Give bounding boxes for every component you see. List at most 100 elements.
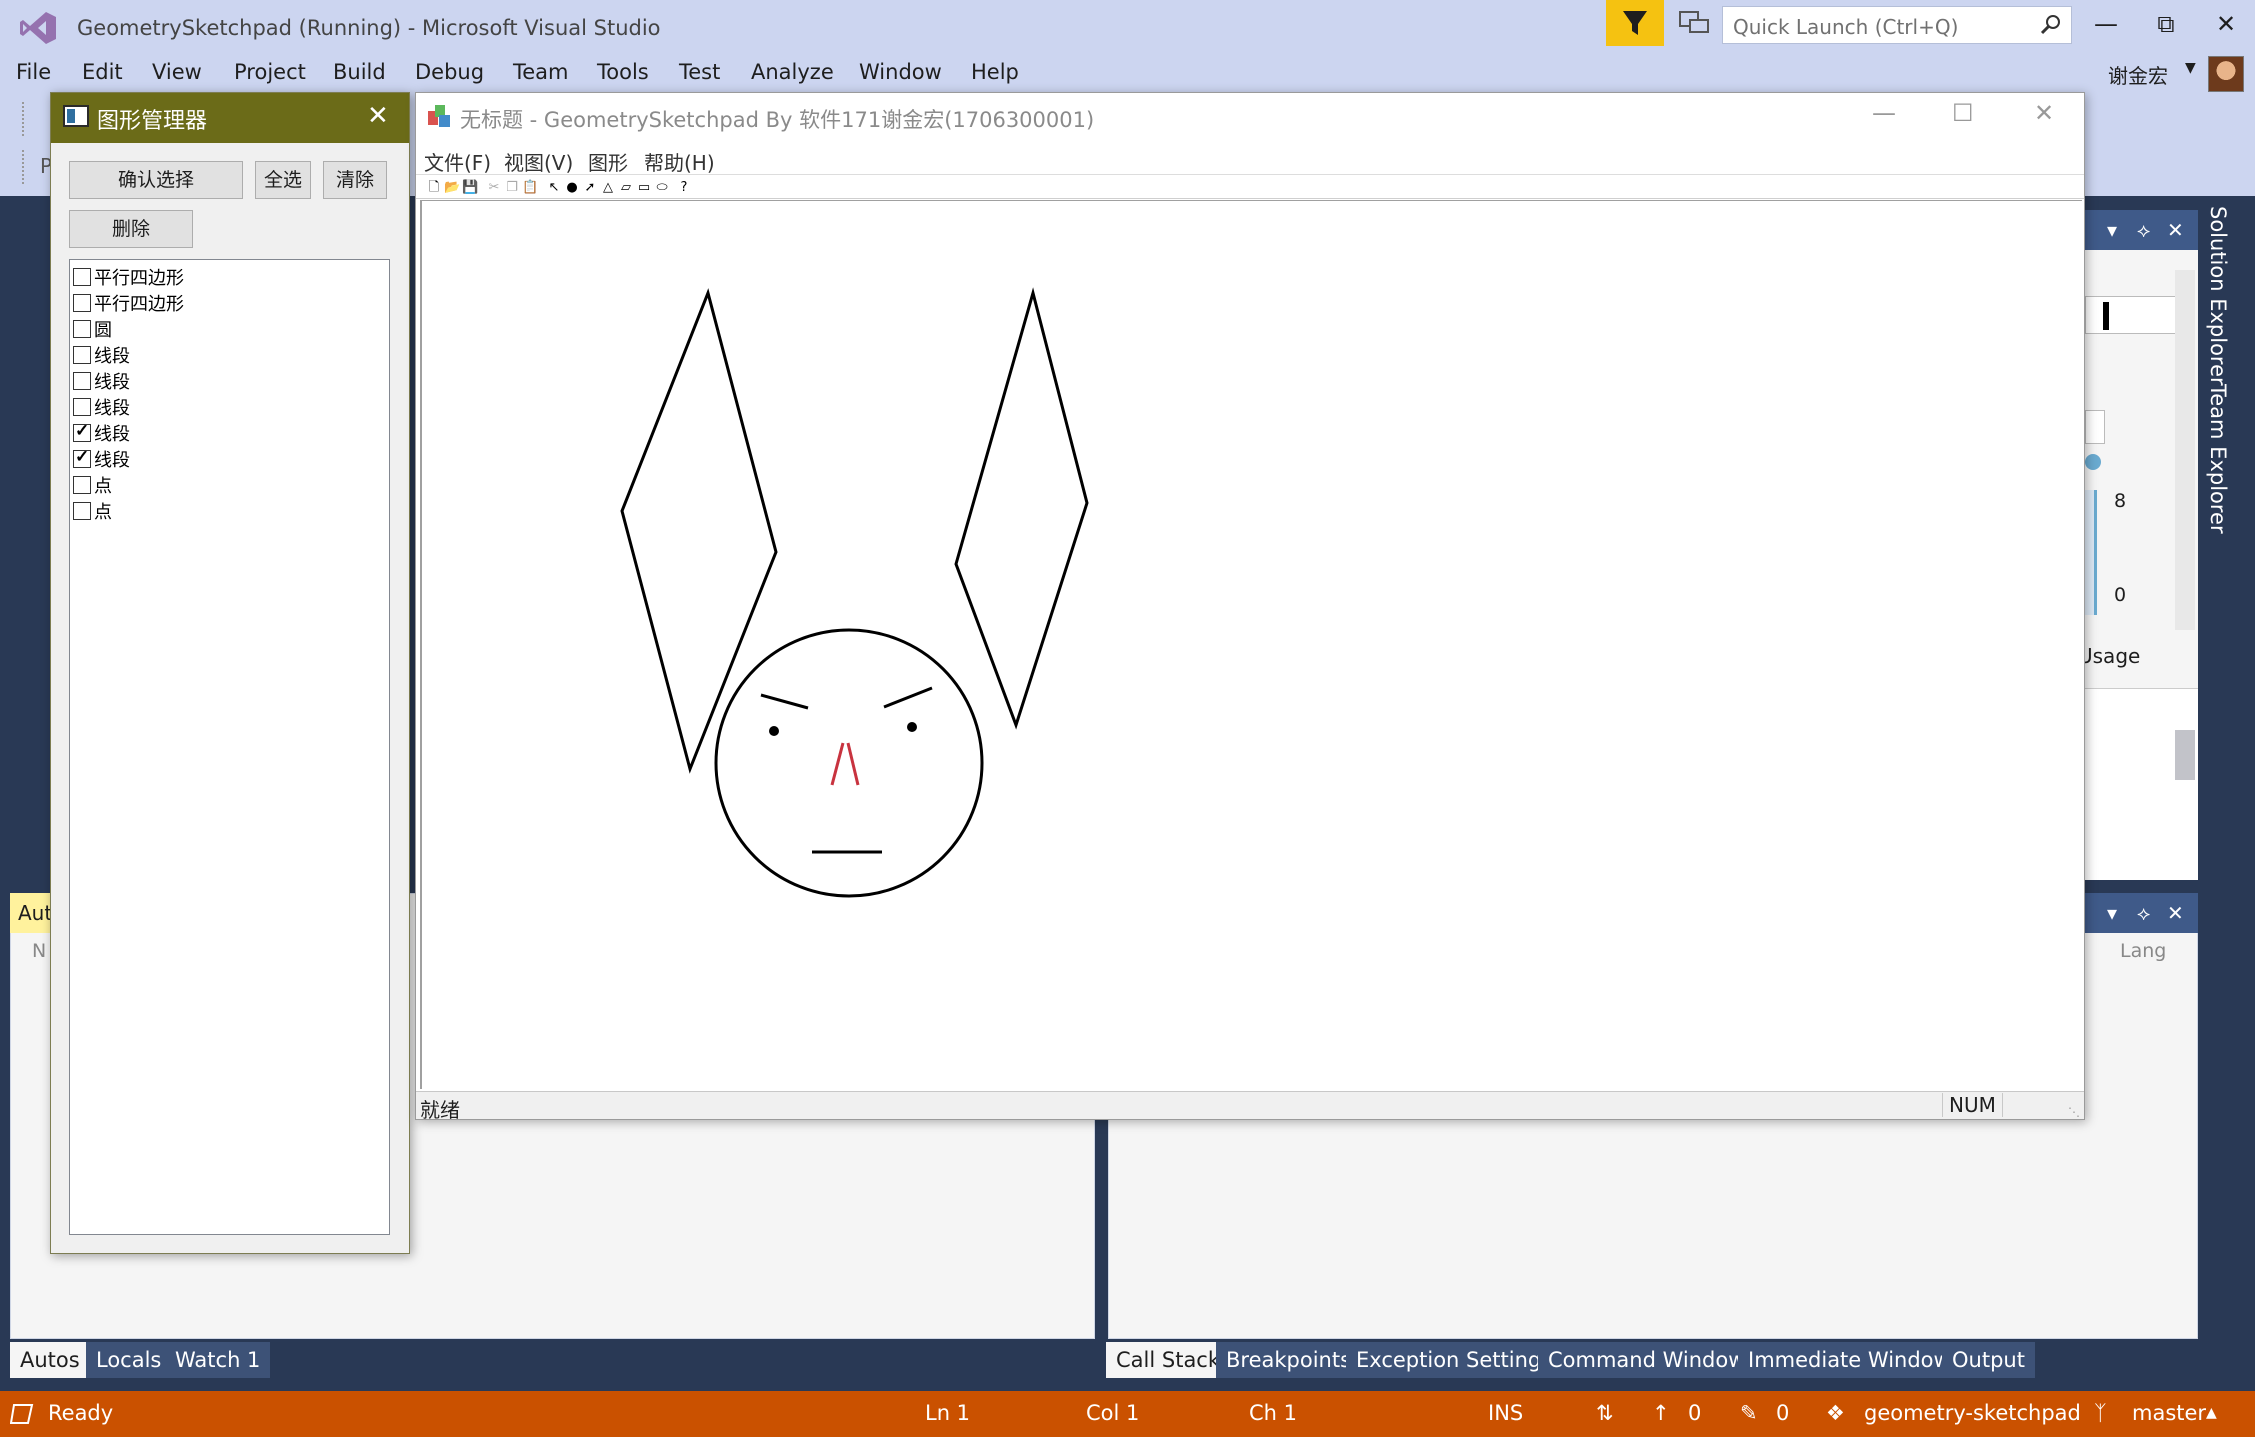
menu-view[interactable]: View: [152, 60, 202, 84]
checkbox[interactable]: [73, 447, 91, 468]
repository-name[interactable]: geometry-sketchpad: [1864, 1401, 2081, 1425]
menu-help[interactable]: Help: [971, 60, 1019, 84]
list-item[interactable]: 平行四边形: [73, 264, 386, 290]
menu-analyze[interactable]: Analyze: [751, 60, 834, 84]
clear-button[interactable]: 清除: [323, 161, 387, 199]
checkbox[interactable]: [73, 476, 91, 494]
close-button[interactable]: ✕: [2206, 6, 2246, 42]
rectangle-icon[interactable]: ▭: [636, 180, 652, 196]
toolbar-grip[interactable]: [22, 102, 28, 136]
pending-pushes-count[interactable]: 0: [1688, 1401, 1701, 1425]
menu-graphics[interactable]: 图形: [588, 147, 628, 176]
git-repo-icon[interactable]: ❖: [1826, 1401, 1845, 1425]
chevron-up-icon[interactable]: ▲: [2206, 1405, 2217, 1421]
open-icon[interactable]: 📂: [444, 180, 460, 196]
drawing-canvas[interactable]: [420, 200, 2082, 1089]
checkbox[interactable]: [73, 398, 91, 416]
paste-icon[interactable]: 📋: [522, 180, 538, 196]
minimize-button[interactable]: —: [2086, 6, 2126, 42]
list-item[interactable]: 平行四边形: [73, 290, 386, 316]
copy-icon[interactable]: ❐: [504, 180, 520, 196]
list-item[interactable]: 线段: [73, 446, 386, 472]
point-icon[interactable]: ●: [564, 180, 580, 196]
tab-breakpoints[interactable]: Breakpoints: [1216, 1342, 1362, 1378]
menu-file[interactable]: File: [16, 60, 51, 84]
restore-button[interactable]: ⧉: [2146, 6, 2186, 42]
checkbox[interactable]: [73, 294, 91, 312]
select-all-button[interactable]: 全选: [255, 161, 311, 199]
cut-icon[interactable]: ✂: [486, 180, 502, 196]
save-icon[interactable]: 💾: [462, 180, 478, 196]
list-item[interactable]: 线段: [73, 342, 386, 368]
select-icon[interactable]: ↖: [546, 180, 562, 196]
user-name[interactable]: 谢金宏: [2108, 60, 2168, 89]
quick-launch-input[interactable]: Quick Launch (Ctrl+Q): [1722, 6, 2072, 44]
branch-name[interactable]: master: [2132, 1401, 2206, 1425]
menu-tools[interactable]: Tools: [597, 60, 649, 84]
pane-dropdown-icon[interactable]: ▾: [2107, 901, 2117, 925]
menu-window[interactable]: Window: [859, 60, 942, 84]
help-icon[interactable]: ?: [676, 180, 692, 196]
menu-edit[interactable]: Edit: [82, 60, 123, 84]
avatar[interactable]: [2208, 56, 2244, 92]
menu-team[interactable]: Team: [513, 60, 569, 84]
sketchpad-titlebar[interactable]: 无标题 - GeometrySketchpad By 软件171谢金宏(1706…: [416, 93, 2084, 141]
pencil-icon[interactable]: ✎: [1740, 1401, 1758, 1425]
resize-grip-icon[interactable]: ⋱: [2068, 1105, 2080, 1119]
menu-build[interactable]: Build: [333, 60, 386, 84]
close-icon[interactable]: ✕: [2167, 218, 2184, 242]
tab-locals[interactable]: Locals: [86, 1342, 172, 1378]
pane-dropdown-icon[interactable]: ▾: [2107, 218, 2117, 242]
parallelogram-right[interactable]: [954, 287, 1089, 730]
ellipse-icon[interactable]: ⬭: [654, 180, 670, 196]
menu-project[interactable]: Project: [234, 60, 306, 84]
triangle-icon[interactable]: △: [600, 180, 616, 196]
point-left-eye[interactable]: [769, 726, 779, 736]
menu-debug[interactable]: Debug: [415, 60, 484, 84]
tab-exception-settings[interactable]: Exception Settings: [1346, 1342, 1563, 1378]
list-item[interactable]: 圆: [73, 316, 386, 342]
close-icon[interactable]: ✕: [2167, 901, 2184, 925]
minimize-button[interactable]: —: [1872, 99, 1896, 127]
close-button[interactable]: ✕: [2034, 99, 2054, 127]
tab-call-stack[interactable]: Call Stack: [1106, 1342, 1231, 1378]
checkbox[interactable]: [73, 346, 91, 364]
list-item[interactable]: 点: [73, 498, 386, 524]
arrow-up-icon[interactable]: ↑: [1652, 1401, 1670, 1425]
close-icon[interactable]: ✕: [367, 101, 389, 131]
pending-changes-count[interactable]: 0: [1776, 1401, 1789, 1425]
feedback-icon[interactable]: [1676, 6, 1712, 40]
menu-file[interactable]: 文件(F): [424, 147, 491, 176]
line-icon[interactable]: ➚: [582, 180, 598, 196]
circle-face[interactable]: [714, 628, 984, 898]
menu-help[interactable]: 帮助(H): [644, 147, 715, 176]
menu-test[interactable]: Test: [679, 60, 720, 84]
tab-command-window[interactable]: Command Window: [1538, 1342, 1756, 1378]
point-right-eye[interactable]: [907, 722, 917, 732]
checkbox[interactable]: [73, 372, 91, 390]
tab-watch-1[interactable]: Watch 1: [165, 1342, 271, 1378]
shape-checklist[interactable]: 平行四边形平行四边形圆线段线段线段线段线段点点: [69, 259, 390, 1235]
chevron-down-icon[interactable]: ▼: [2185, 60, 2196, 76]
maximize-button[interactable]: ☐: [1952, 99, 1974, 127]
list-item[interactable]: 点: [73, 472, 386, 498]
pull-request-icon[interactable]: ⇅: [1596, 1401, 1614, 1425]
checkbox[interactable]: [73, 268, 91, 286]
checkbox[interactable]: [73, 502, 91, 520]
list-item[interactable]: 线段: [73, 420, 386, 446]
tab-autos[interactable]: Autos: [10, 1342, 90, 1378]
tab-solution-explorer[interactable]: Solution Explorer: [2206, 206, 2230, 386]
graphics-manager-titlebar[interactable]: 图形管理器 ✕: [51, 93, 409, 143]
branch-icon[interactable]: ᛉ: [2094, 1401, 2107, 1425]
list-item[interactable]: 线段: [73, 368, 386, 394]
checkbox[interactable]: [73, 421, 91, 442]
toolbar-grip[interactable]: [22, 150, 28, 184]
tab-immediate-window[interactable]: Immediate Window: [1738, 1342, 1961, 1378]
new-icon[interactable]: 🗋: [426, 180, 442, 196]
menu-view[interactable]: 视图(V): [504, 147, 573, 176]
pin-icon[interactable]: ⟡: [2137, 901, 2150, 925]
checkbox[interactable]: [73, 320, 91, 338]
parallelogram-icon[interactable]: ▱: [618, 180, 634, 196]
tab-output[interactable]: Output: [1942, 1342, 2035, 1378]
pin-icon[interactable]: ⟡: [2137, 218, 2150, 242]
